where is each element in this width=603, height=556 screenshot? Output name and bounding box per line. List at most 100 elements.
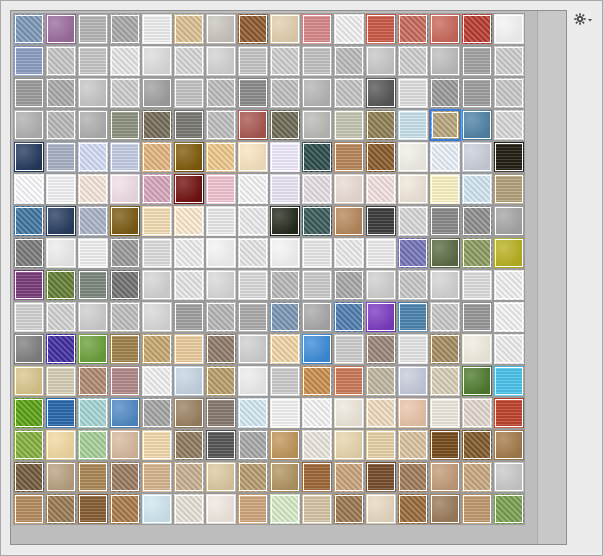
pattern-swatch[interactable] bbox=[269, 493, 301, 525]
pattern-swatch[interactable] bbox=[173, 397, 205, 429]
pattern-swatch[interactable] bbox=[333, 461, 365, 493]
pattern-swatch[interactable] bbox=[333, 173, 365, 205]
pattern-swatch[interactable] bbox=[205, 173, 237, 205]
pattern-swatch[interactable] bbox=[77, 365, 109, 397]
pattern-swatch[interactable] bbox=[365, 109, 397, 141]
pattern-swatch[interactable] bbox=[461, 269, 493, 301]
pattern-swatch[interactable] bbox=[269, 237, 301, 269]
pattern-swatch[interactable] bbox=[45, 205, 77, 237]
pattern-swatch[interactable] bbox=[109, 45, 141, 77]
pattern-swatch[interactable] bbox=[237, 429, 269, 461]
pattern-swatch[interactable] bbox=[493, 109, 525, 141]
pattern-swatch[interactable] bbox=[461, 493, 493, 525]
pattern-swatch[interactable] bbox=[397, 141, 429, 173]
pattern-swatch[interactable] bbox=[333, 45, 365, 77]
pattern-swatch[interactable] bbox=[109, 205, 141, 237]
pattern-swatch[interactable] bbox=[333, 13, 365, 45]
pattern-swatch[interactable] bbox=[13, 461, 45, 493]
pattern-swatch[interactable] bbox=[173, 301, 205, 333]
pattern-swatch[interactable] bbox=[237, 461, 269, 493]
pattern-swatch[interactable] bbox=[141, 109, 173, 141]
pattern-swatch[interactable] bbox=[141, 429, 173, 461]
pattern-swatch[interactable] bbox=[301, 397, 333, 429]
pattern-swatch[interactable] bbox=[141, 45, 173, 77]
pattern-swatch[interactable] bbox=[141, 333, 173, 365]
pattern-swatch[interactable] bbox=[429, 333, 461, 365]
pattern-swatch[interactable] bbox=[13, 109, 45, 141]
pattern-swatch[interactable] bbox=[237, 205, 269, 237]
pattern-swatch[interactable] bbox=[45, 397, 77, 429]
pattern-swatch[interactable] bbox=[493, 13, 525, 45]
pattern-swatch[interactable] bbox=[365, 461, 397, 493]
pattern-swatch[interactable] bbox=[301, 237, 333, 269]
pattern-swatch[interactable] bbox=[269, 173, 301, 205]
pattern-swatch[interactable] bbox=[109, 461, 141, 493]
pattern-swatch[interactable] bbox=[301, 205, 333, 237]
pattern-swatch[interactable] bbox=[397, 429, 429, 461]
pattern-swatch[interactable] bbox=[365, 237, 397, 269]
pattern-swatch[interactable] bbox=[301, 141, 333, 173]
pattern-swatch[interactable] bbox=[429, 461, 461, 493]
pattern-swatch[interactable] bbox=[205, 269, 237, 301]
pattern-swatch[interactable] bbox=[173, 333, 205, 365]
pattern-swatch[interactable] bbox=[333, 333, 365, 365]
pattern-swatch[interactable] bbox=[45, 45, 77, 77]
pattern-swatch[interactable] bbox=[13, 77, 45, 109]
pattern-swatch[interactable] bbox=[237, 301, 269, 333]
pattern-swatch[interactable] bbox=[45, 13, 77, 45]
pattern-swatch[interactable] bbox=[301, 45, 333, 77]
pattern-swatch[interactable] bbox=[13, 45, 45, 77]
pattern-swatch[interactable] bbox=[237, 109, 269, 141]
pattern-swatch[interactable] bbox=[269, 77, 301, 109]
pattern-swatch[interactable] bbox=[109, 269, 141, 301]
pattern-swatch[interactable] bbox=[429, 13, 461, 45]
pattern-swatch[interactable] bbox=[333, 397, 365, 429]
pattern-swatch[interactable] bbox=[461, 173, 493, 205]
pattern-swatch[interactable] bbox=[141, 77, 173, 109]
pattern-swatch[interactable] bbox=[109, 429, 141, 461]
pattern-swatch[interactable] bbox=[173, 269, 205, 301]
pattern-swatch[interactable] bbox=[45, 493, 77, 525]
pattern-swatch[interactable] bbox=[461, 205, 493, 237]
pattern-swatch[interactable] bbox=[205, 493, 237, 525]
pattern-swatch[interactable] bbox=[205, 365, 237, 397]
pattern-swatch[interactable] bbox=[365, 429, 397, 461]
pattern-swatch[interactable] bbox=[237, 269, 269, 301]
pattern-swatch[interactable] bbox=[301, 365, 333, 397]
pattern-swatch[interactable] bbox=[173, 13, 205, 45]
pattern-swatch[interactable] bbox=[13, 141, 45, 173]
pattern-swatch[interactable] bbox=[269, 333, 301, 365]
pattern-swatch[interactable] bbox=[461, 141, 493, 173]
pattern-swatch[interactable] bbox=[77, 109, 109, 141]
pattern-swatch[interactable] bbox=[13, 493, 45, 525]
pattern-swatch[interactable] bbox=[13, 365, 45, 397]
pattern-swatch[interactable] bbox=[429, 173, 461, 205]
pattern-swatch[interactable] bbox=[45, 109, 77, 141]
pattern-swatch[interactable] bbox=[301, 173, 333, 205]
panel-menu-button[interactable] bbox=[573, 11, 595, 27]
pattern-swatch[interactable] bbox=[269, 397, 301, 429]
pattern-swatch[interactable] bbox=[77, 269, 109, 301]
pattern-swatch[interactable] bbox=[141, 301, 173, 333]
pattern-swatch[interactable] bbox=[493, 493, 525, 525]
pattern-swatch[interactable] bbox=[301, 429, 333, 461]
pattern-swatch[interactable] bbox=[13, 237, 45, 269]
pattern-swatch[interactable] bbox=[429, 109, 461, 141]
pattern-swatch[interactable] bbox=[397, 13, 429, 45]
pattern-swatch[interactable] bbox=[13, 13, 45, 45]
pattern-swatch[interactable] bbox=[301, 269, 333, 301]
pattern-swatch[interactable] bbox=[301, 461, 333, 493]
pattern-swatch[interactable] bbox=[397, 205, 429, 237]
pattern-swatch[interactable] bbox=[429, 45, 461, 77]
pattern-swatch[interactable] bbox=[237, 77, 269, 109]
pattern-swatch[interactable] bbox=[333, 365, 365, 397]
pattern-swatch[interactable] bbox=[141, 493, 173, 525]
pattern-swatch[interactable] bbox=[109, 173, 141, 205]
pattern-swatch[interactable] bbox=[173, 493, 205, 525]
pattern-swatch[interactable] bbox=[77, 141, 109, 173]
pattern-swatch[interactable] bbox=[141, 13, 173, 45]
pattern-swatch[interactable] bbox=[301, 77, 333, 109]
pattern-swatch[interactable] bbox=[429, 397, 461, 429]
pattern-swatch[interactable] bbox=[365, 493, 397, 525]
pattern-swatch[interactable] bbox=[237, 365, 269, 397]
